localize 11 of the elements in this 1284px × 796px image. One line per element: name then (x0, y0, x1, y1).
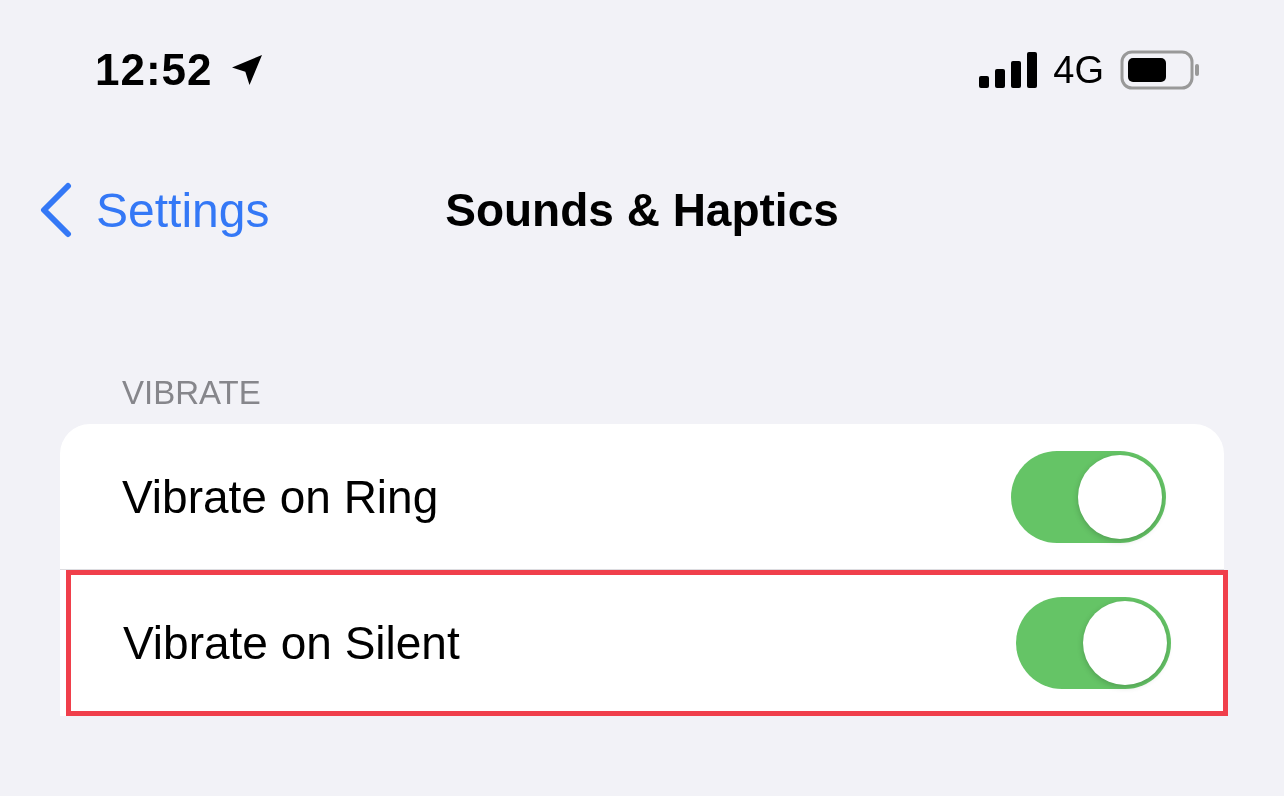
battery-icon (1120, 50, 1200, 90)
page-title: Sounds & Haptics (445, 183, 839, 237)
chevron-left-icon (38, 182, 72, 238)
back-label[interactable]: Settings (96, 182, 270, 238)
setting-label: Vibrate on Ring (122, 469, 439, 524)
setting-label: Vibrate on Silent (123, 616, 460, 670)
signal-icon (979, 52, 1038, 88)
back-button[interactable]: Settings (38, 182, 270, 238)
network-type: 4G (1053, 48, 1104, 92)
section-header: VIBRATE (122, 374, 262, 413)
status-time: 12:52 (95, 45, 213, 95)
